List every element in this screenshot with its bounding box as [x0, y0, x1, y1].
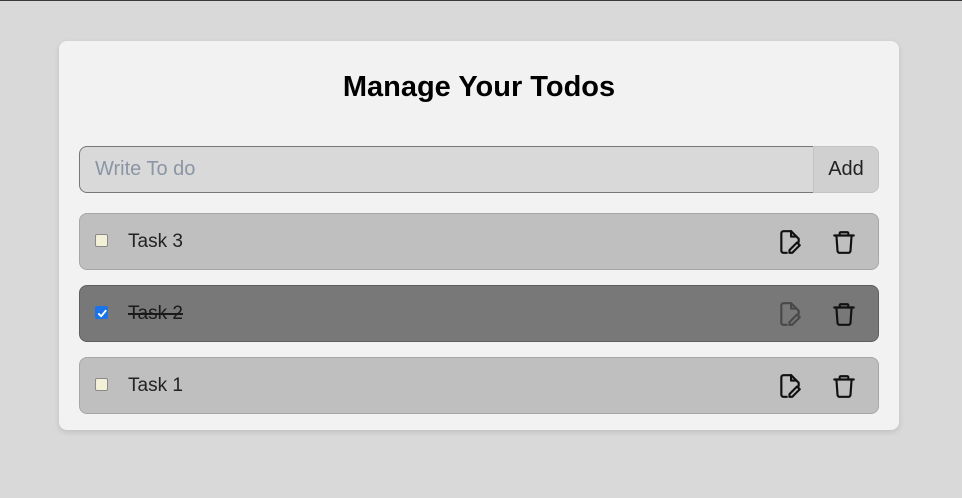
trash-icon[interactable] [831, 301, 857, 327]
todo-text: Task 1 [128, 375, 183, 396]
todo-checkbox[interactable] [95, 234, 108, 247]
edit-icon[interactable] [777, 373, 803, 399]
add-todo-form: Add [79, 146, 879, 193]
page-title: Manage Your Todos [342, 71, 616, 103]
todo-input[interactable] [79, 146, 813, 193]
todo-item: Task 2 [79, 285, 879, 342]
todo-checkbox[interactable] [95, 306, 108, 319]
todo-card: Manage Your Todos Add Task 3 [59, 41, 899, 430]
todo-text: Task 2 [128, 303, 183, 324]
trash-icon[interactable] [831, 229, 857, 255]
add-button[interactable]: Add [813, 146, 879, 193]
trash-icon[interactable] [831, 373, 857, 399]
edit-icon[interactable] [777, 229, 803, 255]
todo-item: Task 1 [79, 357, 879, 414]
todo-text: Task 3 [128, 231, 183, 252]
todo-checkbox[interactable] [95, 378, 108, 391]
edit-icon [777, 301, 803, 327]
todo-item: Task 3 [79, 213, 879, 270]
